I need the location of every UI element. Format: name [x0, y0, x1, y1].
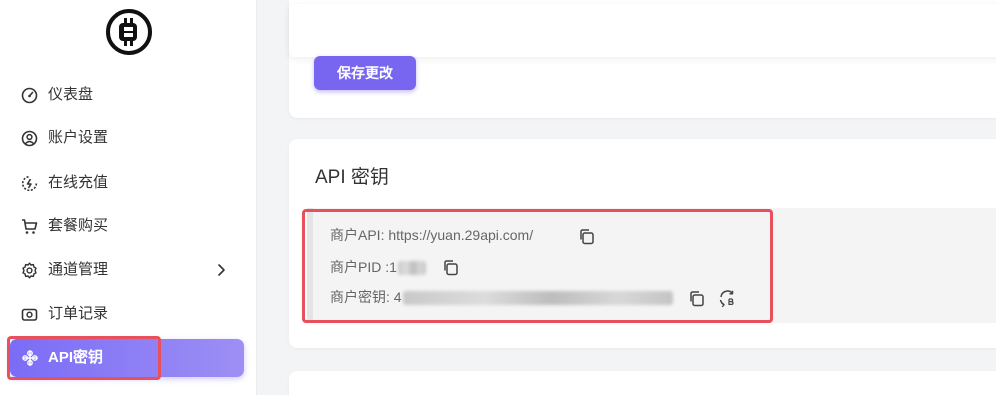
next-card	[289, 371, 996, 395]
brand-logo-icon[interactable]	[106, 9, 152, 55]
sidebar-item-account-settings[interactable]: 账户设置	[0, 119, 257, 157]
sidebar: 仪表盘 账户设置 在线充值 套餐购买 通道管理 订单记录 API密钥	[0, 0, 257, 395]
merchant-pid-row: 商户PID :1	[330, 259, 426, 276]
sidebar-item-channel-management[interactable]: 通道管理	[0, 251, 257, 289]
redacted-key	[402, 291, 673, 306]
merchant-key-value: 4	[393, 289, 402, 305]
sidebar-item-label: 账户设置	[48, 129, 109, 146]
merchant-key-row: 商户密钥: 4	[330, 289, 673, 306]
merchant-api-row: 商户API: https://yuan.29api.com/	[330, 227, 533, 243]
save-changes-button[interactable]: 保存更改	[314, 56, 416, 90]
orders-icon	[21, 306, 38, 323]
sidebar-item-api-key[interactable]: API密钥	[10, 339, 244, 377]
dashboard-icon	[21, 87, 38, 104]
merchant-api-label: 商户API:	[330, 227, 389, 243]
api-key-title: API 密钥	[315, 167, 389, 188]
redacted-pid	[397, 261, 426, 276]
merchant-api-value: https://yuan.29api.com/	[388, 227, 534, 243]
cart-icon	[21, 218, 38, 235]
refresh-key-icon[interactable]	[718, 289, 737, 308]
sidebar-item-label: 通道管理	[48, 261, 109, 278]
merchant-key-label: 商户密钥:	[330, 289, 394, 305]
sidebar-item-label: API密钥	[48, 349, 104, 366]
chevron-right-icon[interactable]	[214, 262, 228, 278]
key-icon	[21, 349, 39, 367]
sidebar-item-dashboard[interactable]: 仪表盘	[0, 76, 257, 114]
user-circle-icon	[21, 130, 38, 147]
copy-icon[interactable]	[578, 228, 595, 245]
copy-icon[interactable]	[442, 259, 459, 276]
sidebar-item-label: 套餐购买	[48, 217, 109, 234]
sidebar-item-label: 在线充值	[48, 174, 109, 191]
merchant-pid-value: 1	[389, 259, 397, 275]
merchant-pid-label: 商户PID :	[330, 259, 390, 275]
sidebar-item-package-purchase[interactable]: 套餐购买	[0, 207, 257, 245]
sidebar-item-recharge[interactable]: 在线充值	[0, 164, 257, 202]
copy-icon[interactable]	[688, 290, 705, 307]
sidebar-item-label: 仪表盘	[48, 86, 94, 103]
sidebar-item-label: 订单记录	[48, 305, 109, 322]
sidebar-item-order-records[interactable]: 订单记录	[0, 295, 257, 333]
settings-field-box	[289, 4, 996, 57]
settings-icon	[21, 262, 38, 279]
recharge-icon	[21, 175, 38, 192]
